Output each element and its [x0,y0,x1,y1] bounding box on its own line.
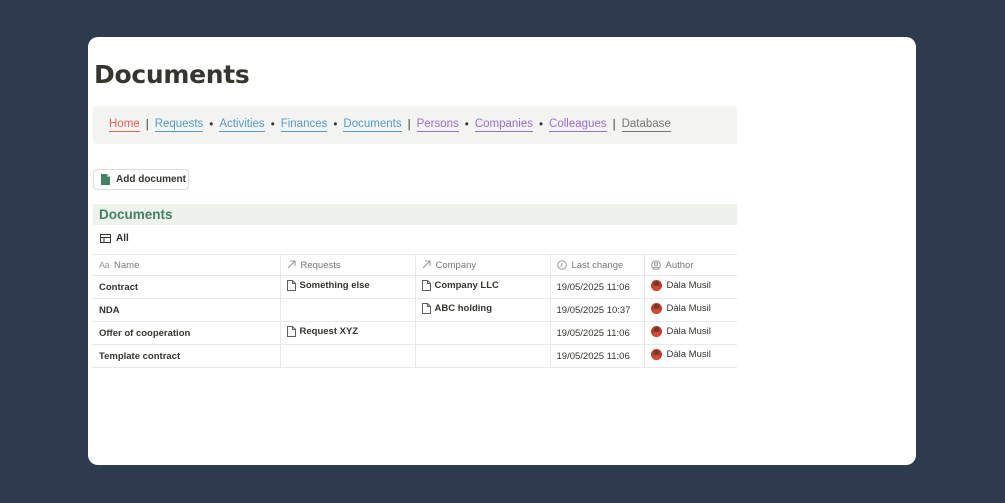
column-header-last-change[interactable]: Last change [549,254,644,276]
avatar [650,349,662,360]
column-header-requests[interactable]: Requests [279,254,415,276]
last-change-value: 19/05/2025 11:06 [556,350,630,362]
cell-company[interactable]: Company LLC [414,275,550,299]
text-property-icon: Aa [99,259,110,270]
nav-link-activities[interactable]: Activities [219,118,265,132]
avatar [650,280,662,291]
avatar [650,326,662,337]
request-link[interactable]: Request XYZ [286,326,358,337]
avatar [650,303,662,314]
nav-separator: | [145,119,149,131]
nav-link-finances[interactable]: Finances [280,118,328,132]
cell-author[interactable]: Dàla Musil [643,321,737,345]
company-link[interactable]: Company LLC [421,280,499,291]
row-name: Offer of cooperation [99,327,191,339]
cell-name[interactable]: Contract [93,275,280,299]
cell-name[interactable]: Offer of cooperation [93,321,280,345]
cell-author[interactable]: Dàla Musil [643,344,737,368]
nav-separator: • [464,119,469,131]
author-name: Dàla Musil [666,326,711,337]
cell-author[interactable]: Dàla Musil [643,275,737,299]
nav-link-database[interactable]: Database [621,118,671,132]
nav-link-documents[interactable]: Documents [343,118,402,132]
person-icon [650,260,661,270]
cell-author[interactable]: Dàla Musil [643,298,737,322]
cell-company[interactable]: ABC holding [414,298,550,322]
nav-link-home[interactable]: Home [109,118,140,132]
last-change-value: 19/05/2025 11:06 [556,327,630,339]
view-tab-all[interactable]: All [100,233,129,244]
table-row[interactable]: Template contract 19/05/2025 11:06 Dàla Mu… [93,344,737,368]
last-change-value: 19/05/2025 11:06 [556,281,630,293]
row-name: NDA [99,304,120,316]
table-icon [100,234,111,243]
cell-last-change: 19/05/2025 11:06 [549,321,644,345]
nav-separator: • [270,119,275,131]
relation-arrow-icon [287,260,296,269]
table-row[interactable]: Contract Something else Company LLC 19/05/2… [93,275,737,299]
row-name: Contract [99,281,139,293]
nav-separator: • [538,119,544,131]
table-header-row: Aa Name Requests Company Last change Auth… [93,254,737,276]
cell-requests[interactable] [279,344,415,368]
nav-link-companies[interactable]: Companies [474,118,533,132]
add-document-button[interactable]: Add document [93,169,189,190]
document-icon [101,174,110,185]
nav-separator: • [333,119,338,131]
row-name: Template contract [99,350,181,362]
cell-requests[interactable]: Something else [279,275,415,299]
column-header-company[interactable]: Company [414,254,550,276]
author-name: Dàla Musil [666,303,711,314]
nav-separator: • [209,119,214,131]
page-title: Documents [94,60,250,89]
nav-bar: Home | Requests • Activities • Finances • Docume… [93,106,737,144]
add-document-label: Add document [116,174,186,185]
view-tab-label: All [116,233,129,244]
nav-link-requests[interactable]: Requests [154,118,204,132]
cell-last-change: 19/05/2025 11:06 [549,275,644,299]
author-name: Dàla Musil [666,349,711,360]
nav-separator: | [407,119,411,131]
cell-name[interactable]: NDA [93,298,280,322]
last-change-value: 19/05/2025 10:37 [556,304,631,316]
cell-requests[interactable]: Request XYZ [279,321,415,345]
cell-name[interactable]: Template contract [93,344,280,368]
page-card [88,37,916,465]
column-header-author[interactable]: Author [643,254,737,276]
page-icon [286,280,296,291]
company-link[interactable]: ABC holding [421,303,492,314]
page-icon [421,303,431,314]
nav-link-persons[interactable]: Persons [416,118,459,132]
request-link[interactable]: Something else [286,280,370,291]
documents-table: Aa Name Requests Company Last change Auth… [93,254,737,368]
nav-separator: | [612,119,616,131]
table-row[interactable]: Offer of cooperation Request XYZ 19/05/202… [93,321,737,345]
table-row[interactable]: NDA ABC holding 19/05/2025 10:37 Dàla Musil [93,298,737,322]
page-icon [421,280,431,291]
cell-last-change: 19/05/2025 11:06 [549,344,644,368]
clock-icon [556,260,567,270]
cell-company[interactable] [414,321,550,345]
page-icon [286,326,296,337]
cell-last-change: 19/05/2025 10:37 [549,298,644,322]
nav-link-colleagues[interactable]: Colleagues [549,118,607,132]
author-name: Dàla Musil [666,280,711,291]
column-header-name[interactable]: Aa Name [93,254,280,276]
cell-company[interactable] [414,344,550,368]
cell-requests[interactable] [279,298,415,322]
database-title: Documents [93,204,737,225]
relation-arrow-icon [422,260,431,269]
